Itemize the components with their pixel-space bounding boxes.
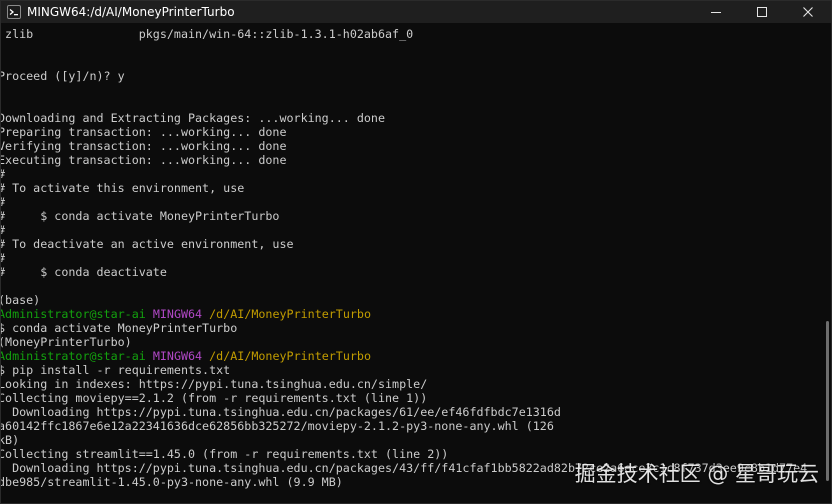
terminal-line: # $ conda activate MoneyPrinterTurbo: [1, 209, 280, 223]
maximize-icon: [757, 7, 767, 17]
mingw-icon: [6, 4, 22, 20]
minimize-icon: [711, 12, 721, 13]
terminal-line: #: [1, 251, 5, 265]
terminal-output[interactable]: zlib pkgs/main/win-64::zlib-1.3.1-h02ab6…: [1, 27, 821, 503]
terminal-line: #: [1, 195, 5, 209]
prompt-path: /d/AI/MoneyPrinterTurbo: [209, 349, 371, 363]
watermark: 掘金技术社区 @ 星哥玩云: [574, 462, 819, 486]
close-button[interactable]: [785, 1, 831, 23]
window-title: MINGW64:/d/AI/MoneyPrinterTurbo: [27, 5, 235, 19]
terminal-line: $ pip install -r requirements.txt: [1, 363, 231, 377]
terminal-line: Looking in indexes: https://pypi.tuna.ts…: [1, 377, 428, 391]
terminal-line: # To activate this environment, use: [1, 181, 245, 195]
terminal-line: Downloading and Extracting Packages: ...…: [1, 111, 386, 125]
vertical-scrollbar[interactable]: [826, 321, 829, 481]
terminal-line: #: [1, 167, 5, 181]
title-bar[interactable]: MINGW64:/d/AI/MoneyPrinterTurbo: [1, 1, 831, 23]
prompt-path: /d/AI/MoneyPrinterTurbo: [209, 307, 371, 321]
terminal-line: Verifying transaction: ...working... don…: [1, 139, 287, 153]
minimize-button[interactable]: [693, 1, 739, 23]
terminal-line: Proceed ([y]/n)? y: [1, 69, 125, 83]
prompt-system: MINGW64: [152, 307, 203, 321]
maximize-button[interactable]: [739, 1, 785, 23]
terminal-line: a60142ffc1867e6e12a22341636dce62856bb325…: [1, 419, 554, 433]
close-icon: [803, 7, 813, 17]
terminal-line: Preparing transaction: ...working... don…: [1, 125, 287, 139]
terminal-line: (MoneyPrinterTurbo): [1, 335, 132, 349]
prompt-user-host: Administrator@star-ai: [1, 349, 146, 363]
terminal-line: Collecting moviepy==2.1.2 (from -r requi…: [1, 391, 428, 405]
prompt-user-host: Administrator@star-ai: [1, 307, 146, 321]
terminal-line: Collecting streamlit==1.45.0 (from -r re…: [1, 447, 449, 461]
terminal-line: Executing transaction: ...working... don…: [1, 153, 287, 167]
terminal-window: MINGW64:/d/AI/MoneyPrinterTurbo zlib pkg: [0, 0, 832, 504]
terminal-line: zlib pkgs/main/win-64::zlib-1.3.1-h02ab6…: [1, 27, 414, 41]
terminal-line: #: [1, 223, 5, 237]
window-controls: [693, 1, 831, 23]
prompt-system: MINGW64: [152, 349, 203, 363]
terminal-line: kB): [1, 433, 20, 447]
terminal-line: dbe985/streamlit-1.45.0-py3-none-any.whl…: [1, 475, 343, 489]
prompt-line: Administrator@star-ai MINGW64 /d/AI/Mone…: [1, 307, 371, 321]
prompt-line: Administrator@star-ai MINGW64 /d/AI/Mone…: [1, 349, 371, 363]
terminal-line: Downloading https://pypi.tuna.tsinghua.e…: [1, 405, 561, 419]
terminal-line: (base): [1, 293, 41, 307]
terminal-line: # $ conda deactivate: [1, 265, 167, 279]
terminal-line: $ conda activate MoneyPrinterTurbo: [1, 321, 238, 335]
terminal-line: # To deactivate an active environment, u…: [1, 237, 294, 251]
